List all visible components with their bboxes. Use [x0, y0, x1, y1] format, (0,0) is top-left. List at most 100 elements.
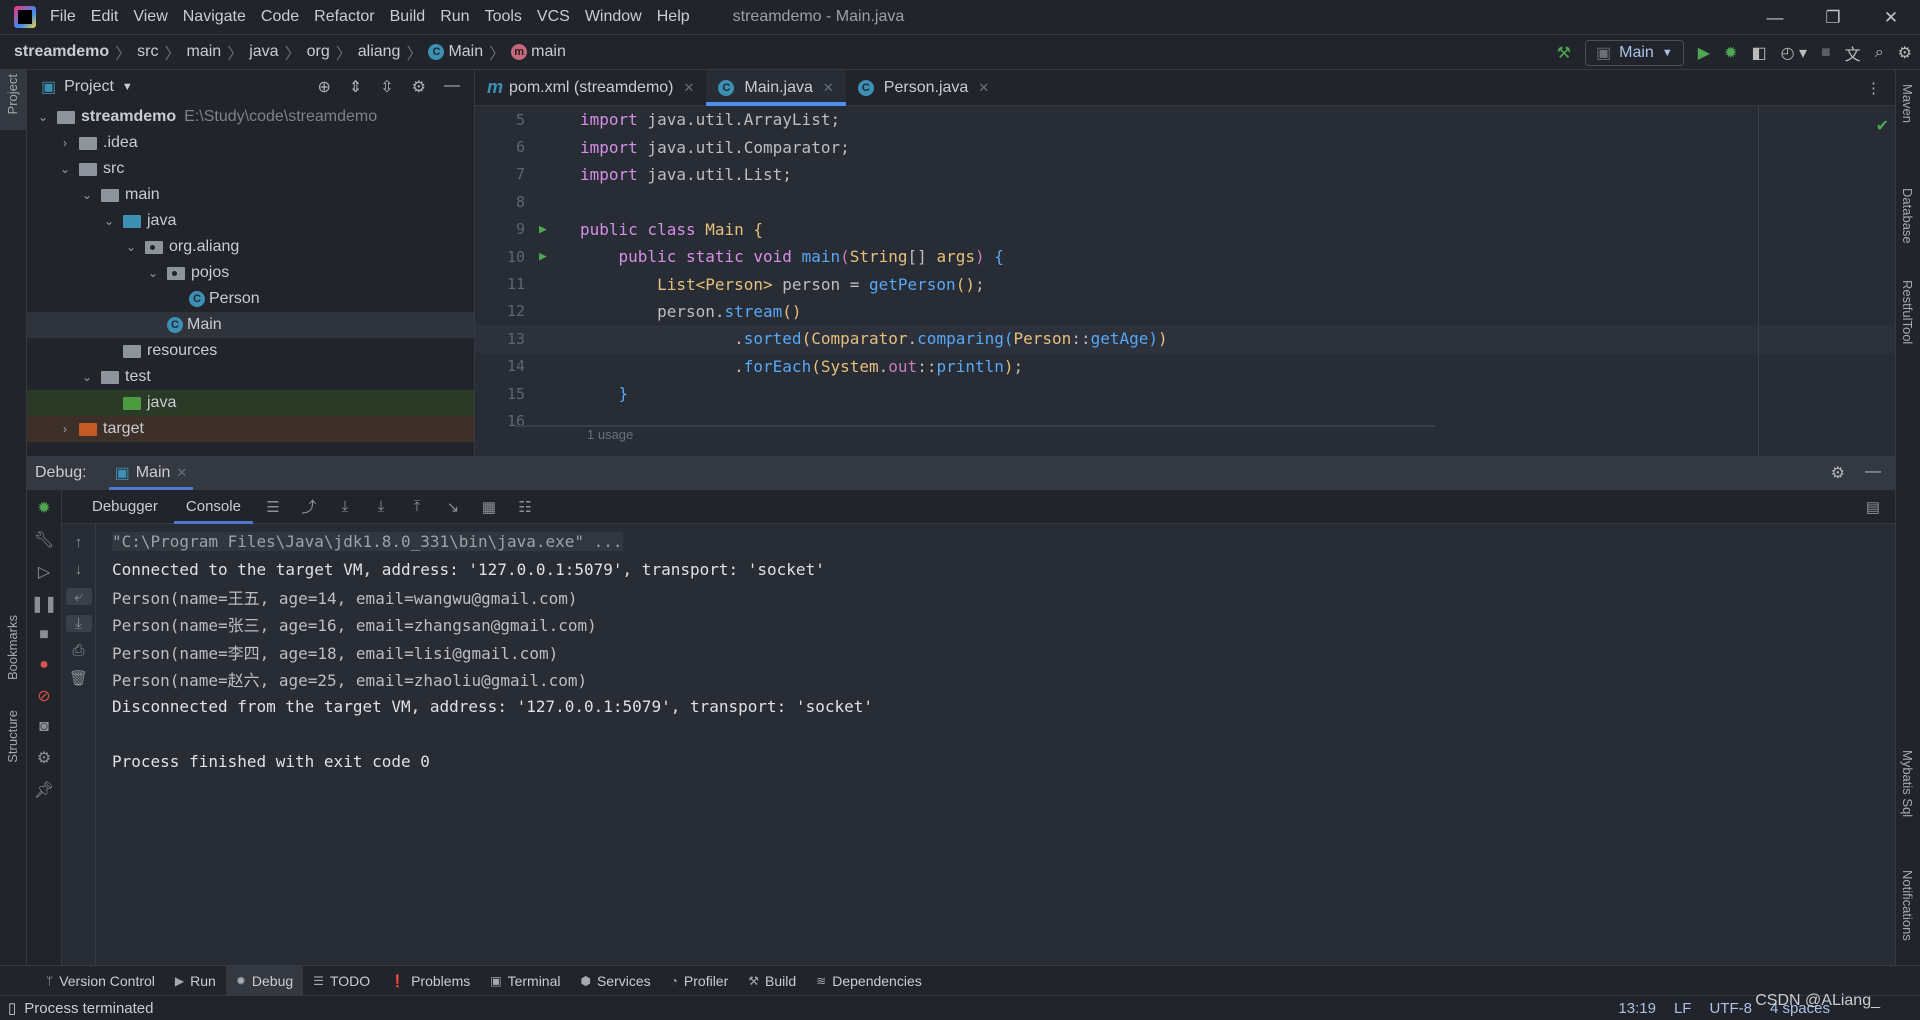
chevron-down-icon[interactable]: ⌄	[145, 266, 161, 280]
coverage-icon[interactable]: ◧	[1751, 43, 1766, 63]
close-icon[interactable]: ✕	[176, 465, 187, 481]
stripe-project-button[interactable]: Project	[0, 70, 26, 130]
step-over-icon[interactable]: ⤓	[329, 498, 361, 515]
menu-tools[interactable]: Tools	[485, 8, 522, 25]
chevron-right-icon[interactable]: ›	[57, 136, 73, 150]
stripe-structure[interactable]: Structure	[5, 710, 20, 763]
breadcrumb-item[interactable]: m main	[511, 43, 566, 61]
tree-item[interactable]: java	[27, 390, 474, 416]
tab-pom-xml[interactable]: m pom.xml (streamdemo) ✕	[475, 70, 706, 105]
tree-item[interactable]: › target	[27, 416, 474, 442]
project-title[interactable]: Project	[64, 78, 114, 96]
hide-icon[interactable]: —	[444, 77, 460, 97]
stop-icon[interactable]: ■	[1821, 44, 1831, 62]
run-config-selector[interactable]: ▣ Main ▼	[1585, 39, 1684, 66]
collapse-all-icon[interactable]: ⇳	[380, 77, 393, 97]
toolwindow-terminal[interactable]: ▣ Terminal	[480, 966, 570, 996]
menu-code[interactable]: Code	[261, 8, 299, 25]
chevron-down-icon[interactable]: ▼	[122, 81, 133, 93]
tree-item[interactable]: C Person	[27, 286, 474, 312]
breadcrumb-item[interactable]: C Main	[428, 43, 483, 61]
menu-window[interactable]: Window	[585, 8, 642, 25]
profile-icon[interactable]: ◴ ▾	[1781, 43, 1807, 63]
code-area[interactable]: 5 import java.util.ArrayList; 6 import java…	[475, 106, 1895, 456]
file-encoding[interactable]: UTF-8	[1709, 1000, 1752, 1017]
toolwindow-version-control[interactable]: ᛘ Version Control	[36, 966, 165, 996]
tree-item[interactable]: ⌄ java	[27, 208, 474, 234]
stripe-notifications[interactable]: Notifications	[1900, 870, 1915, 941]
stripe-restfultool[interactable]: RestfulTool	[1900, 280, 1915, 344]
tab-person-java[interactable]: C Person.java ✕	[846, 70, 1001, 105]
breadcrumb-item[interactable]: java	[249, 43, 278, 61]
menu-file[interactable]: File	[50, 8, 76, 25]
tree-item[interactable]: C Main	[27, 312, 474, 338]
tree-item[interactable]: ⌄ org.aliang	[27, 234, 474, 260]
status-window-icon[interactable]: ▯	[8, 999, 16, 1017]
resume-icon[interactable]: ▷	[38, 562, 50, 582]
minimize-icon[interactable]: —	[1746, 0, 1804, 35]
chevron-down-icon[interactable]: ⌄	[35, 110, 51, 124]
chevron-down-icon[interactable]: ⌄	[57, 162, 73, 176]
print-icon[interactable]: ⎙	[72, 642, 84, 659]
line-separator[interactable]: LF	[1674, 1000, 1692, 1017]
tree-item[interactable]: ⌄ pojos	[27, 260, 474, 286]
menu-navigate[interactable]: Navigate	[183, 8, 246, 25]
more-vertical-icon[interactable]: ⋮	[1866, 79, 1881, 97]
restore-icon[interactable]: ❐	[1804, 0, 1862, 35]
menu-edit[interactable]: Edit	[91, 8, 119, 25]
breadcrumb-item[interactable]: src	[137, 43, 158, 61]
soft-wrap-icon[interactable]: ⤶	[65, 588, 92, 605]
stripe-bookmarks[interactable]: Bookmarks	[5, 615, 20, 680]
gear-icon[interactable]: ⚙	[1831, 463, 1845, 483]
expand-all-icon[interactable]: ⇕	[349, 77, 362, 97]
search-icon[interactable]: ⌕	[1875, 44, 1884, 62]
tree-item[interactable]: ⌄ test	[27, 364, 474, 390]
tab-console[interactable]: Console	[173, 490, 253, 524]
camera-icon[interactable]: ◙	[39, 718, 49, 736]
tree-item[interactable]: › .idea	[27, 130, 474, 156]
tab-debugger[interactable]: Debugger	[80, 490, 170, 524]
toolwindow-dependencies[interactable]: ≋ Dependencies	[806, 966, 932, 996]
console-output[interactable]: "C:\Program Files\Java\jdk1.8.0_331\bin\…	[96, 524, 1895, 965]
debug-bug-icon[interactable]: ✹	[1724, 43, 1737, 63]
tree-item[interactable]: ⌄ main	[27, 182, 474, 208]
run-to-cursor-icon[interactable]: ↘	[437, 498, 469, 516]
run-icon[interactable]: ▶	[1698, 43, 1710, 63]
toolwindow-todo[interactable]: ☰ TODO	[303, 966, 380, 996]
run-gutter-icon[interactable]: ▶	[533, 249, 580, 264]
chevron-down-icon[interactable]: ⌄	[79, 370, 95, 384]
menu-icon[interactable]: ☰	[257, 498, 289, 516]
toolwindow-services[interactable]: ⬢ Services	[570, 966, 660, 996]
breadcrumb-item[interactable]: streamdemo	[14, 43, 109, 61]
tree-item[interactable]: ⌄ src	[27, 156, 474, 182]
toolwindow-run[interactable]: ▶ Run	[165, 966, 226, 996]
arrow-up-icon[interactable]: ↑	[75, 534, 83, 551]
breadcrumb-item[interactable]: main	[187, 43, 222, 61]
build-hammer-icon[interactable]: ⚒	[1557, 43, 1571, 63]
gear-icon[interactable]: ⚙	[37, 748, 51, 768]
caret-position[interactable]: 13:19	[1618, 1000, 1656, 1017]
tree-item[interactable]: ⌄ streamdemo E:\Study\code\streamdemo	[27, 104, 474, 130]
trash-icon[interactable]: 🗑︎	[69, 669, 88, 687]
gear-icon[interactable]: ⚙	[1898, 43, 1912, 63]
stop-icon[interactable]: ■	[39, 626, 49, 644]
toolwindow-build[interactable]: ⚒ Build	[738, 966, 806, 996]
close-icon[interactable]: ✕	[684, 80, 695, 96]
breadcrumb-item[interactable]: aliang	[358, 43, 401, 61]
breadcrumb-item[interactable]: org	[307, 43, 330, 61]
close-icon[interactable]: ✕	[978, 80, 989, 96]
close-icon[interactable]: ✕	[823, 80, 834, 96]
chevron-down-icon[interactable]: ⌄	[123, 240, 139, 254]
menu-help[interactable]: Help	[657, 8, 690, 25]
stripe-database[interactable]: Database	[1900, 188, 1915, 244]
menu-view[interactable]: View	[133, 8, 167, 25]
mute-breakpoints-icon[interactable]: ⊘	[37, 686, 50, 706]
hide-icon[interactable]: —	[1865, 463, 1881, 483]
evaluate-icon[interactable]: ▦	[473, 498, 505, 516]
menu-refactor[interactable]: Refactor	[314, 8, 374, 25]
close-icon[interactable]: ✕	[1862, 0, 1920, 35]
pin-icon[interactable]: 📌︎	[34, 780, 54, 800]
gear-icon[interactable]: ⚙	[412, 77, 426, 97]
stripe-maven[interactable]: Maven	[1900, 84, 1915, 123]
tab-main-java[interactable]: C Main.java ✕	[706, 70, 847, 106]
